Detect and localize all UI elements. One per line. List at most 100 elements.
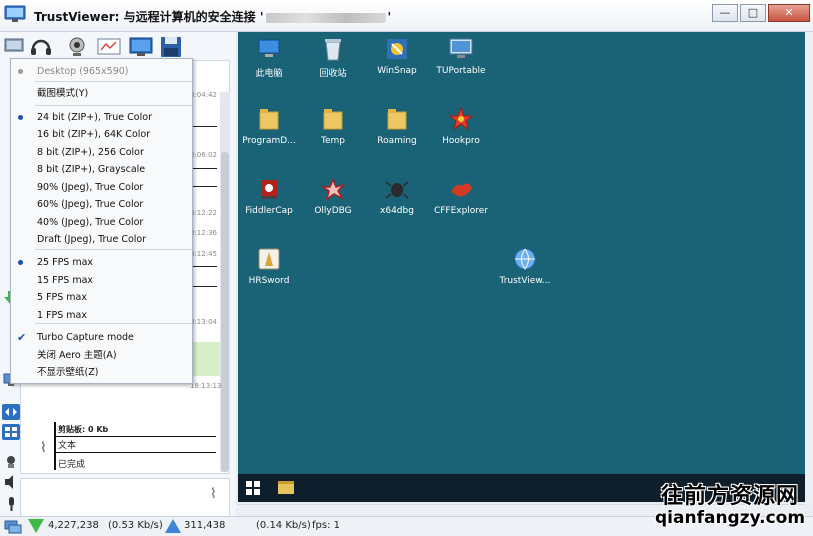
menu-item-label: Desktop (965x590) [37, 66, 129, 77]
chat-timestamp: 18:13:13 [190, 382, 222, 390]
blurred-hostname [265, 12, 386, 23]
voice-icon[interactable] [2, 454, 20, 470]
chat-divider [193, 126, 217, 127]
menu-item[interactable]: 8 bit (ZIP+), Grayscale [11, 161, 192, 178]
desktop-icon-label: Roaming [377, 136, 417, 146]
menu-item[interactable]: 90% (Jpeg), True Color [11, 179, 192, 196]
minimize-button[interactable]: — [712, 4, 738, 22]
menu-item[interactable]: Draft (Jpeg), True Color [11, 231, 192, 248]
chat-divider [193, 168, 217, 169]
chat-timestamp: 8:04:42 [190, 91, 217, 99]
microphone-icon[interactable] [2, 496, 20, 512]
window-title-prefix: TrustViewer: 与远程计算机的安全连接 ' [34, 10, 264, 24]
desktop-icon-label: Temp [321, 136, 345, 146]
menu-item[interactable]: 15 FPS max [11, 272, 192, 289]
desktop-icon[interactable]: Hookpro [430, 106, 492, 146]
screen-settings-icon[interactable] [2, 35, 28, 59]
download-rate: (0.53 Kb/s) [108, 520, 163, 531]
window-title-suffix: ' [387, 10, 392, 24]
desktop-icon-label: x64dbg [380, 206, 414, 216]
menu-separator [35, 105, 192, 106]
remote-screen-icon[interactable] [128, 35, 154, 59]
desktop-icon[interactable]: Temp [302, 106, 364, 146]
menu-item[interactable]: 5 FPS max [11, 289, 192, 306]
menu-item: Desktop (965x590) [11, 63, 192, 80]
desktop-icon[interactable]: CFFExplorer [430, 176, 492, 216]
desktop-icon[interactable]: TrustView... [494, 246, 556, 286]
radio-dot-icon [18, 69, 23, 74]
chat-scrollbar[interactable] [220, 92, 230, 472]
menu-item-label: 24 bit (ZIP+), True Color [37, 112, 152, 123]
chat-timestamp: 8:12:36 [190, 229, 217, 237]
snap-icon [387, 39, 407, 59]
hr-icon [258, 248, 280, 270]
fiddler-icon [261, 180, 277, 199]
menu-item[interactable]: 16 bit (ZIP+), 64K Color [11, 126, 192, 143]
desktop-icon[interactable]: x64dbg [366, 176, 428, 216]
transfer-arrows-icon[interactable] [2, 404, 20, 420]
desktop-icon-label: 此电脑 [255, 69, 283, 79]
webcam-icon[interactable] [64, 35, 90, 59]
clipboard-type: 文本 [58, 441, 77, 451]
desktop-icon[interactable]: Roaming [366, 106, 428, 146]
tu-icon [449, 38, 473, 58]
menu-item[interactable]: 截图模式(Y) [11, 85, 192, 102]
desktop-icon-label: WinSnap [377, 66, 417, 76]
bin-icon [325, 39, 341, 61]
desktop-icon[interactable]: OllyDBG [302, 176, 364, 216]
clipboard-rule [56, 452, 216, 453]
menu-item[interactable]: ✔ Turbo Capture mode [11, 329, 192, 346]
menu-item-label: Turbo Capture mode [37, 332, 134, 343]
fps-counter: fps: 1 [312, 520, 340, 531]
watermark-line2: qianfangzy.com [655, 508, 806, 528]
desktop-icon-label: FiddlerCap [245, 206, 293, 216]
speaker-icon[interactable] [2, 474, 20, 490]
desktop-icon[interactable]: WinSnap [366, 36, 428, 76]
menu-item-label: 关闭 Aero 主题(A) [37, 350, 117, 361]
menu-item-label: 90% (Jpeg), True Color [37, 182, 144, 193]
menu-item[interactable]: 8 bit (ZIP+), 256 Color [11, 144, 192, 161]
chat-scroll-thumb[interactable] [221, 152, 229, 472]
chat-divider [193, 286, 217, 287]
file-explorer-icon[interactable] [278, 481, 294, 494]
attach-icon[interactable]: ⌇ [210, 486, 217, 502]
hook-icon [448, 106, 474, 131]
desktop-icon[interactable]: 回收站 [302, 36, 364, 79]
menu-item[interactable]: 25 FPS max [11, 254, 192, 271]
vertical-scrollbar[interactable] [805, 32, 813, 504]
remote-desktop[interactable]: 此电脑 回收站 WinSnap TUPortable ProgramD... Temp Ro… [238, 32, 805, 474]
menu-item[interactable]: 24 bit (ZIP+), True Color [11, 109, 192, 126]
cff-icon [451, 183, 472, 197]
desktop-icon[interactable]: HRSword [238, 246, 300, 286]
menu-item[interactable]: 关闭 Aero 主题(A) [11, 347, 192, 364]
chat-timestamp: 8:12:45 [190, 250, 217, 258]
desktop-icon-label: ProgramD... [242, 136, 296, 146]
menu-item[interactable]: 不显示壁纸(Z) [11, 364, 192, 381]
menu-item-label: 25 FPS max [37, 257, 94, 268]
close-button[interactable]: ✕ [768, 4, 810, 22]
menu-item-label: 8 bit (ZIP+), 256 Color [37, 147, 144, 158]
desktop-icon[interactable]: ProgramD... [238, 106, 300, 146]
maximize-button[interactable]: □ [740, 4, 766, 22]
folder-icon [323, 109, 343, 130]
menu-item[interactable]: 40% (Jpeg), True Color [11, 214, 192, 231]
clipboard-label: 剪贴板: 0 Kb [58, 425, 109, 434]
menu-item-label: Draft (Jpeg), True Color [37, 234, 147, 245]
chat-divider [193, 266, 217, 267]
checkmark-icon: ✔ [17, 331, 27, 344]
headset-icon[interactable] [28, 35, 54, 59]
grid-view-icon[interactable] [2, 424, 20, 440]
menu-item[interactable]: 1 FPS max [11, 307, 192, 324]
watermark-line1: 往前方资源网 [660, 484, 799, 509]
network-icon [4, 520, 22, 534]
whiteboard-icon[interactable] [96, 35, 122, 59]
menu-item[interactable]: 60% (Jpeg), True Color [11, 196, 192, 213]
menu-item-label: 5 FPS max [37, 292, 88, 303]
desktop-icon[interactable]: 此电脑 [238, 36, 300, 79]
save-icon[interactable] [158, 35, 184, 59]
desktop-icon[interactable]: FiddlerCap [238, 176, 300, 216]
windows-start-icon[interactable] [246, 481, 260, 495]
desktop-icon[interactable]: TUPortable [430, 36, 492, 76]
menu-item-label: 截图模式(Y) [37, 88, 89, 99]
download-bytes: 4,227,238 [48, 520, 99, 531]
